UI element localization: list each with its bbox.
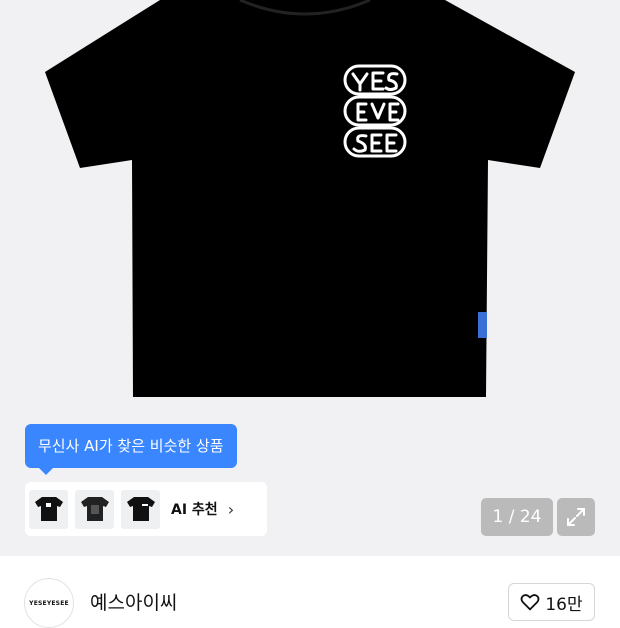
ai-similar-tooltip[interactable]: 무신사 AI가 찾은 비슷한 상품 [25,424,237,475]
brand-logo-text: YESEYESEE [29,599,69,607]
expand-icon [567,508,585,526]
recommend-thumb-1[interactable] [29,489,68,529]
like-button[interactable]: 16만 [508,583,595,621]
chevron-right-icon[interactable]: › [228,500,234,519]
heart-icon [520,594,540,611]
tshirt-thumb-icon [126,497,155,521]
like-count: 16만 [545,594,583,615]
ai-recommend-label[interactable]: AI 추천 [171,499,218,519]
recommend-thumb-3[interactable] [121,489,160,529]
brand-name[interactable]: 예스아이씨 [90,588,177,615]
recommend-thumb-2[interactable] [75,489,114,529]
tshirt-thumb-icon [80,497,109,521]
fullscreen-button[interactable] [557,498,595,536]
tshirt-thumb-icon [34,497,63,521]
ai-recommend-bar[interactable]: AI 추천 › [25,482,267,536]
brand-logo[interactable]: YESEYESEE [24,578,74,628]
product-image-area[interactable]: 무신사 AI가 찾은 비슷한 상품 AI 추천 › 1 / 24 [0,0,620,556]
image-counter: 1 / 24 [481,498,553,536]
tshirt-image [45,0,575,397]
